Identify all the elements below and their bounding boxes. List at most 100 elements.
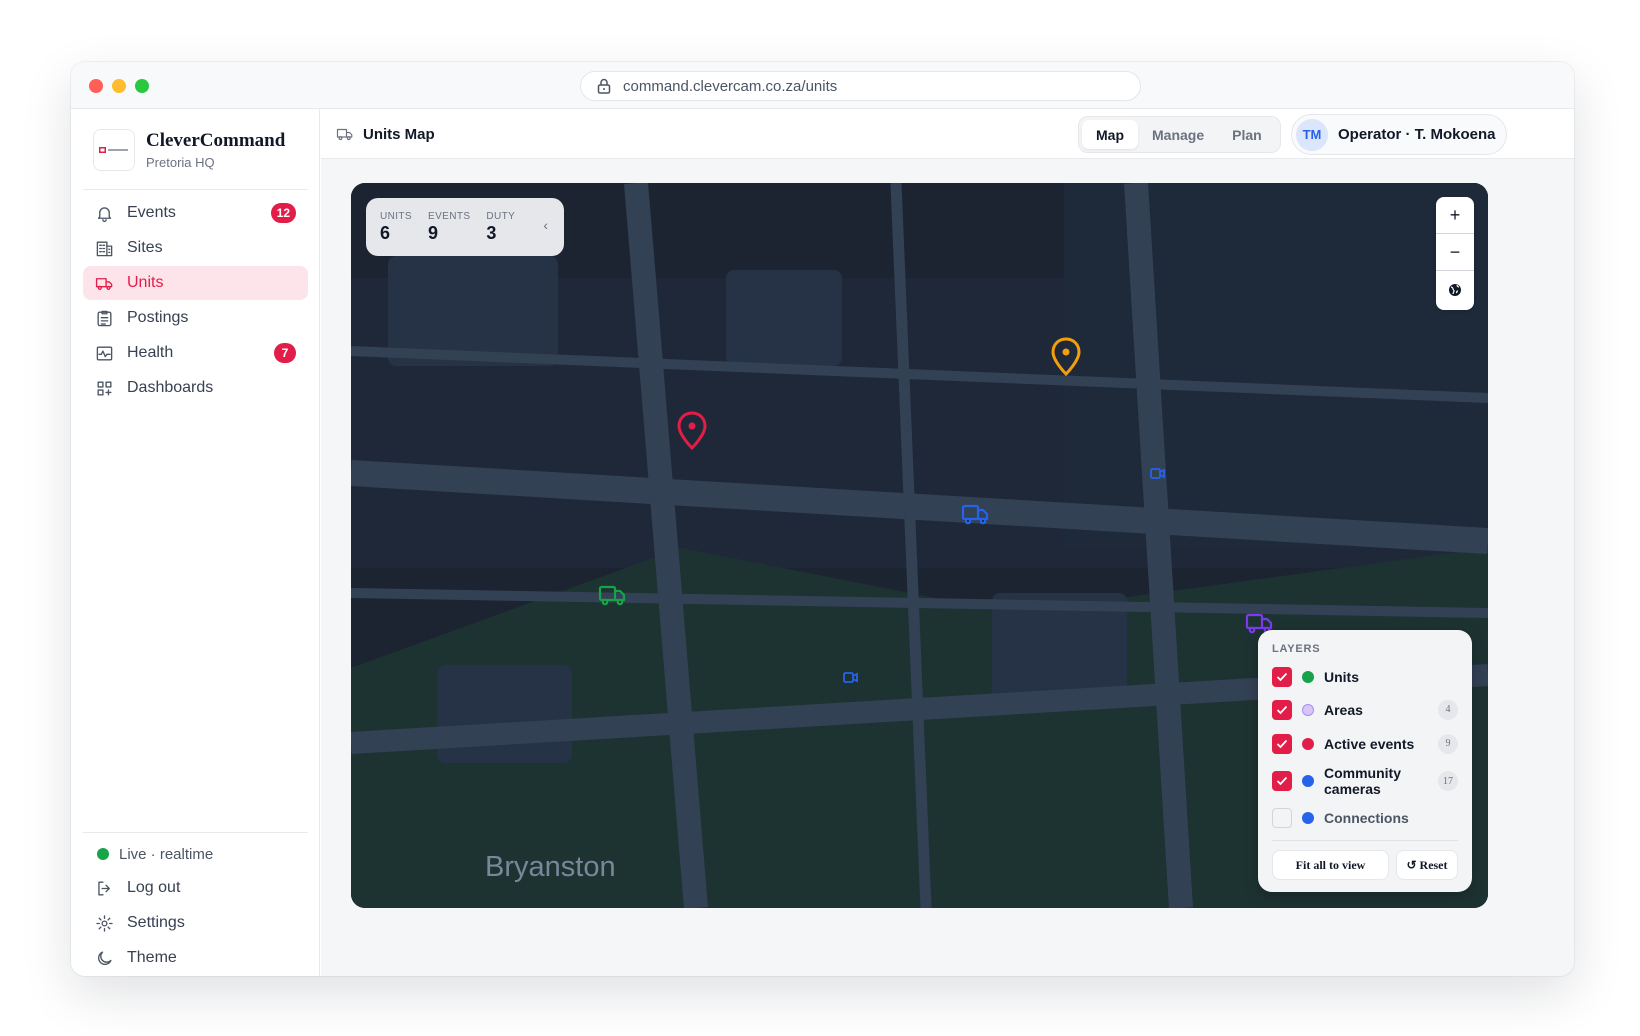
sidebar-item-dashboards[interactable]: Dashboards xyxy=(83,371,308,405)
page-title: Units Map xyxy=(336,109,435,159)
layer-row-units[interactable]: Units xyxy=(1272,664,1458,689)
layer-row-connections[interactable]: Connections xyxy=(1272,805,1458,830)
stat-value: 9 xyxy=(428,223,439,243)
stat-value: 6 xyxy=(380,223,391,243)
sidebar-item-postings[interactable]: Postings xyxy=(83,301,308,335)
maximize-window-button[interactable] xyxy=(135,79,149,93)
sidebar: CleverCommand Pretoria HQ Events 12 Site… xyxy=(71,109,320,976)
grid-icon xyxy=(97,380,112,396)
events-count-badge: 12 xyxy=(270,203,296,223)
gear-icon xyxy=(96,914,113,932)
layer-checkbox[interactable] xyxy=(1272,699,1292,720)
sidebar-item-label: Postings xyxy=(127,309,189,326)
live-indicator-icon xyxy=(97,848,109,860)
logout-icon xyxy=(98,880,110,896)
user-name: Operator · T. Mokoena xyxy=(1338,126,1496,143)
sidebar-item-label: Events xyxy=(127,204,176,221)
layer-checkbox[interactable] xyxy=(1272,666,1292,687)
brand: CleverCommand Pretoria HQ xyxy=(93,129,285,171)
tab-plan[interactable]: Plan xyxy=(1218,120,1276,149)
brand-name: CleverCommand xyxy=(146,130,286,151)
layer-label: Active events xyxy=(1324,735,1415,752)
check-icon xyxy=(1276,705,1288,714)
fit-all-button[interactable]: Fit all to view xyxy=(1272,850,1389,880)
sidebar-divider xyxy=(83,189,308,190)
logout-label: Log out xyxy=(127,879,181,896)
activity-icon xyxy=(96,345,113,361)
sidebar-item-label: Units xyxy=(127,274,164,291)
reset-button[interactable]: ↺ Reset xyxy=(1396,850,1458,880)
close-window-button[interactable] xyxy=(89,79,103,93)
sidebar-bottom-divider xyxy=(83,832,308,833)
layer-label: Units xyxy=(1324,668,1359,685)
layer-label: Community cameras xyxy=(1324,765,1401,797)
stat-label: EVENTS xyxy=(428,211,471,222)
settings-label: Settings xyxy=(127,914,185,931)
layers-panel: LAYERS Units Areas 4 Active events 9 Com… xyxy=(1258,630,1472,892)
layer-label: Connections xyxy=(1324,809,1409,826)
sidebar-item-health[interactable]: Health 7 xyxy=(83,336,308,370)
zoom-in-button[interactable]: + xyxy=(1436,197,1474,234)
main-content: UNITS 6 EVENTS 9 DUTY 3 ‹ + − Bryanston … xyxy=(321,159,1574,976)
layers-divider xyxy=(1272,840,1458,841)
layer-color-dot xyxy=(1302,775,1314,787)
layer-row-community-cameras[interactable]: Community cameras 17 xyxy=(1272,764,1458,798)
layer-label: Areas xyxy=(1324,701,1363,718)
top-bar: Units Map Map Manage Plan TM Operator · … xyxy=(321,109,1574,159)
truck-icon xyxy=(95,277,113,290)
city-block xyxy=(726,270,842,366)
stat-events: EVENTS 9 xyxy=(428,211,470,244)
minimize-window-button[interactable] xyxy=(112,79,126,93)
layer-color-dot xyxy=(1302,737,1314,750)
layer-row-areas[interactable]: Areas 4 xyxy=(1272,697,1458,722)
city-block xyxy=(437,665,572,763)
tab-manage[interactable]: Manage xyxy=(1138,120,1218,149)
layer-count: 9 xyxy=(1438,733,1458,754)
check-icon xyxy=(1276,776,1288,786)
brand-subtitle: Pretoria HQ xyxy=(146,155,215,170)
stat-units: UNITS 6 xyxy=(380,211,412,244)
title-bar: command.clevercam.co.za/units xyxy=(71,62,1574,109)
address-bar[interactable]: command.clevercam.co.za/units xyxy=(580,71,1141,101)
health-count-badge: 7 xyxy=(274,343,296,363)
url-text: command.clevercam.co.za/units xyxy=(623,77,838,95)
avatar: TM xyxy=(1296,118,1328,151)
layer-color-dot xyxy=(1302,811,1314,824)
layer-color-dot xyxy=(1302,703,1314,716)
sidebar-item-units[interactable]: Units xyxy=(83,266,308,300)
view-switcher: Map Manage Plan xyxy=(1078,116,1281,153)
layer-checkbox[interactable] xyxy=(1272,807,1292,828)
settings-button[interactable]: Settings xyxy=(83,906,308,940)
layer-checkbox[interactable] xyxy=(1272,771,1292,791)
globe-button[interactable] xyxy=(1436,271,1474,308)
lock-icon xyxy=(597,78,611,94)
theme-label: Theme xyxy=(127,949,177,966)
globe-icon xyxy=(1449,283,1461,296)
units-map[interactable]: UNITS 6 EVENTS 9 DUTY 3 ‹ + − Bryanston … xyxy=(351,183,1488,908)
chevron-left-icon[interactable]: ‹ xyxy=(543,217,548,233)
theme-button[interactable]: Theme xyxy=(83,941,308,975)
user-menu[interactable]: TM Operator · T. Mokoena xyxy=(1291,114,1507,155)
map-area-label: Bryanston xyxy=(485,851,616,883)
layer-checkbox[interactable] xyxy=(1272,733,1292,754)
page-title-text: Units Map xyxy=(363,125,435,143)
stat-duty: DUTY 3 xyxy=(486,211,515,244)
moon-icon xyxy=(98,950,112,965)
layer-row-active-events[interactable]: Active events 9 xyxy=(1272,731,1458,756)
building-icon xyxy=(96,240,113,256)
sidebar-bottom: Live · realtime Log out Settings Theme xyxy=(83,837,308,976)
layers-actions: Fit all to view ↺ Reset xyxy=(1272,850,1458,880)
logout-button[interactable]: Log out xyxy=(83,871,308,905)
sidebar-item-label: Health xyxy=(127,344,174,361)
stat-label: UNITS xyxy=(380,211,412,222)
main-nav: Events 12 Sites Units Postings Health 7 xyxy=(83,196,308,406)
sidebar-item-sites[interactable]: Sites xyxy=(83,231,308,265)
sidebar-item-events[interactable]: Events 12 xyxy=(83,196,308,230)
stat-label: DUTY xyxy=(486,211,516,222)
clipboard-icon xyxy=(97,310,112,326)
brand-logo-icon xyxy=(93,129,135,171)
zoom-controls: + − xyxy=(1436,197,1474,310)
tab-map[interactable]: Map xyxy=(1082,120,1138,149)
live-status: Live · realtime xyxy=(83,837,308,871)
zoom-out-button[interactable]: − xyxy=(1436,234,1474,271)
